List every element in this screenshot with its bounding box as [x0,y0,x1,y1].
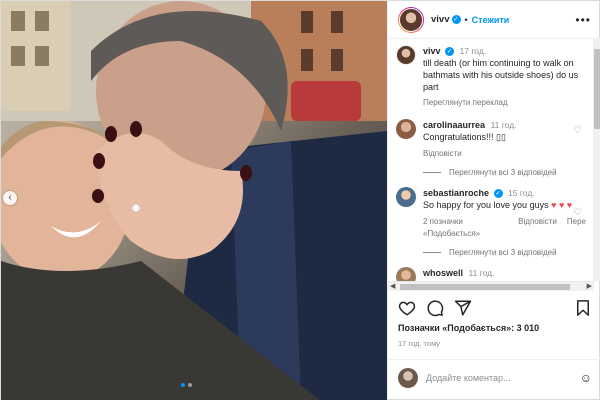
post-author-username[interactable]: vivv [431,14,450,25]
translate-link[interactable]: Пере [567,216,586,240]
heart-icon[interactable]: ♡ [573,125,582,136]
save-icon[interactable] [574,299,592,317]
chevron-left-icon[interactable]: ‹ [3,191,17,205]
comment-username[interactable]: whoswell [423,268,463,278]
divider [423,252,441,253]
caption-text: till death (or him continuing to walk on… [423,58,579,92]
comment-likes[interactable]: 2 позначки «Подобається» [423,216,508,240]
avatar[interactable] [396,119,416,139]
verified-icon: ✓ [493,189,503,199]
comment-text: Congratulations!!! ▯▯ [423,132,506,142]
avatar[interactable] [396,267,416,281]
scroll-right-icon[interactable]: ▶ [587,282,592,290]
likes-count[interactable]: Позначки «Подобається»: 3 010 [398,323,539,333]
heart-icon[interactable]: ♡ [573,207,582,218]
more-icon[interactable]: ••• [575,13,591,27]
avatar[interactable] [398,6,424,33]
view-replies-button[interactable]: Переглянути всі 3 відповідей [423,248,594,257]
comment-text: So happy for you love you guys [423,200,549,210]
avatar[interactable] [396,45,416,65]
comment-username[interactable]: carolinaaurrea [423,120,485,130]
instagram-post-window: ‹ vivv ✓ • Стежити ••• vivv ✓ 17 год. ti… [0,0,600,400]
heart-icon[interactable] [398,299,416,317]
heart-emoji: ♥ ♥ ♥ [551,200,573,210]
comment-icon[interactable] [426,299,444,317]
post-timestamp: 17 год. тому [398,339,441,348]
comment-username[interactable]: sebastianroche [423,188,489,198]
view-replies-label: Переглянути всі 3 відповідей [449,168,557,177]
post-header: vivv ✓ • Стежити ••• [388,1,600,39]
share-icon[interactable] [454,299,472,317]
translate-link[interactable]: Переглянути переклад [423,97,586,109]
comments-list[interactable]: vivv ✓ 17 год. till death (or him contin… [388,39,600,281]
post-side-panel: vivv ✓ • Стежити ••• vivv ✓ 17 год. till… [387,1,600,400]
separator-dot: • [464,14,468,25]
vertical-scrollbar[interactable] [593,39,600,281]
add-comment-bar: ☺ [388,359,600,395]
reply-button[interactable]: Відповісти [423,148,462,160]
comment-time: 11 год. [468,268,495,278]
carousel-dot [188,383,192,387]
divider [423,172,441,173]
scrollbar-thumb[interactable] [400,284,570,290]
view-replies-button[interactable]: Переглянути всі 3 відповідей [423,168,594,177]
carousel-dot-active [181,383,185,387]
comment: whoswell 11 год. [388,257,594,281]
verified-icon: ✓ [451,15,461,24]
view-replies-label: Переглянути всі 3 відповідей [449,248,557,257]
horizontal-scrollbar[interactable]: ◀ ▶ [388,281,594,291]
caption-username[interactable]: vivv [423,46,441,56]
carousel-dots [181,383,192,387]
post-photo[interactable]: ‹ [1,1,387,400]
comment-input[interactable] [426,372,580,383]
photo-illustration [1,1,387,400]
caption: vivv ✓ 17 год. till death (or him contin… [388,39,594,109]
avatar[interactable] [396,187,416,207]
caption-time: 17 год. [459,46,487,56]
comment-time: 11 год. [490,120,517,130]
comment: carolinaaurrea 11 год. Congratulations!!… [388,109,594,160]
comment-time: 15 год. [508,188,535,198]
avatar [398,367,418,388]
emoji-icon[interactable]: ☺ [580,371,592,385]
post-actions [388,296,600,320]
follow-button[interactable]: Стежити [472,15,510,25]
comment: sebastianroche ✓ 15 год. So happy for yo… [388,177,594,240]
verified-icon: ✓ [445,47,455,57]
reply-button[interactable]: Відповісти [518,216,557,240]
scroll-left-icon[interactable]: ◀ [390,282,395,290]
